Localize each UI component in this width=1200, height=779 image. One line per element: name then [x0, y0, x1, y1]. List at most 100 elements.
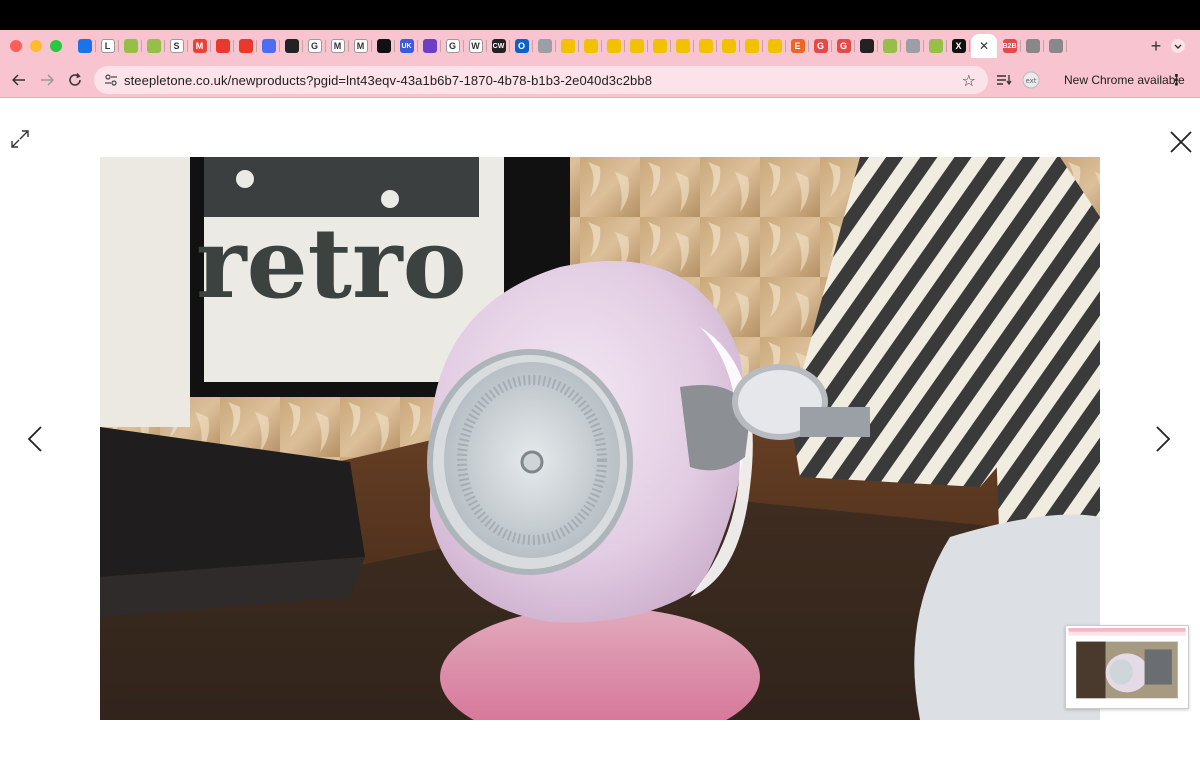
tab-search-button[interactable] — [1166, 36, 1190, 56]
bird-icon — [261, 39, 276, 53]
browser-tab-24[interactable] — [626, 34, 648, 58]
browser-tab-28[interactable] — [718, 34, 740, 58]
browser-tab-17[interactable]: W — [465, 34, 487, 58]
browser-tab-15[interactable] — [419, 34, 441, 58]
browser-tab-23[interactable] — [603, 34, 625, 58]
browser-tab-27[interactable] — [695, 34, 717, 58]
menu-dots-icon[interactable]: ⋮ — [1169, 71, 1184, 89]
browser-tab-6[interactable] — [212, 34, 234, 58]
browser-tab-33[interactable]: G — [833, 34, 855, 58]
close-window-button[interactable] — [10, 40, 22, 52]
extension-icon[interactable]: ext — [1022, 71, 1040, 89]
browser-tab-12[interactable]: M — [350, 34, 372, 58]
browser-tab-32[interactable]: G — [810, 34, 832, 58]
active-tab[interactable]: ✕ — [971, 34, 997, 58]
browser-tab-26[interactable] — [672, 34, 694, 58]
browser-tab-29[interactable] — [741, 34, 763, 58]
m-icon: M — [330, 39, 345, 53]
m-icon: M — [353, 39, 368, 53]
address-bar[interactable]: steepletone.co.uk/newproducts?pgid=lnt43… — [94, 66, 988, 94]
browser-tab-2[interactable] — [120, 34, 142, 58]
shopify-bag-icon — [284, 39, 299, 53]
tab-close-icon[interactable]: ✕ — [979, 39, 989, 53]
star-logo-icon — [629, 39, 644, 53]
product-photo: retro — [100, 157, 1100, 720]
apple-icon — [1048, 39, 1063, 53]
browser-tab-18[interactable]: CW — [488, 34, 510, 58]
star-logo-icon — [698, 39, 713, 53]
google-icon: G — [307, 39, 322, 53]
browser-tab-19[interactable]: O — [511, 34, 533, 58]
browser-tab-8[interactable] — [258, 34, 280, 58]
browser-tab-7[interactable] — [235, 34, 257, 58]
browser-tab-36[interactable] — [902, 34, 924, 58]
star-logo-icon — [606, 39, 621, 53]
next-image-arrow-icon[interactable] — [1154, 425, 1172, 453]
star-logo-icon — [721, 39, 736, 53]
wp-icon — [238, 39, 253, 53]
previous-image-arrow-icon[interactable] — [26, 425, 44, 453]
shopify-icon — [882, 39, 897, 53]
screen-top-bar — [0, 0, 1200, 30]
browser-tab-13[interactable] — [373, 34, 395, 58]
maximize-window-button[interactable] — [50, 40, 62, 52]
browser-tab-20[interactable] — [534, 34, 556, 58]
g-red-icon: G — [836, 39, 851, 53]
url-text[interactable]: steepletone.co.uk/newproducts?pgid=lnt43… — [124, 73, 652, 88]
browser-tab-extra-1[interactable] — [1022, 34, 1044, 58]
google-icon: G — [445, 39, 460, 53]
browser-tab-31[interactable]: E — [787, 34, 809, 58]
site-info-button[interactable] — [98, 74, 124, 86]
browser-tab-extra-0[interactable]: B2B — [999, 34, 1021, 58]
browser-tab-11[interactable]: M — [327, 34, 349, 58]
x-logo-icon: X — [951, 39, 966, 53]
back-button[interactable] — [4, 65, 34, 95]
star-logo-icon — [560, 39, 575, 53]
browser-tab-38[interactable]: X — [948, 34, 970, 58]
bookmark-star-icon[interactable]: ☆ — [962, 71, 976, 91]
etsy-icon: E — [790, 39, 805, 53]
browser-toolbar: steepletone.co.uk/newproducts?pgid=lnt43… — [0, 62, 1200, 98]
extension-icon — [905, 39, 920, 53]
browser-tab-5[interactable]: M — [189, 34, 211, 58]
minimize-window-button[interactable] — [30, 40, 42, 52]
browser-tab-10[interactable]: G — [304, 34, 326, 58]
tab-list: L S M G M M UK G W CW O E G G X ✕ B2B — [74, 34, 1140, 58]
b2b-icon: B2B — [1002, 39, 1017, 53]
browser-tab-4[interactable]: S — [166, 34, 188, 58]
outlook-icon: O — [514, 39, 529, 53]
close-icon[interactable] — [1168, 129, 1194, 155]
reading-list-icon[interactable] — [996, 73, 1012, 87]
browser-tab-30[interactable] — [764, 34, 786, 58]
browser-tab-35[interactable] — [879, 34, 901, 58]
browser-tab-21[interactable] — [557, 34, 579, 58]
browser-tab-1[interactable]: L — [97, 34, 119, 58]
tiktok-icon — [376, 39, 391, 53]
browser-tab-3[interactable] — [143, 34, 165, 58]
thumbnail-preview[interactable] — [1065, 625, 1189, 709]
browser-tab-25[interactable] — [649, 34, 671, 58]
new-tab-button[interactable]: + — [1146, 36, 1166, 56]
gmail-icon: M — [192, 39, 207, 53]
chrome-update-button[interactable]: New Chrome available ⋮ — [1052, 67, 1196, 93]
star-logo-icon — [744, 39, 759, 53]
browser-tab-16[interactable]: G — [442, 34, 464, 58]
browser-tab-37[interactable] — [925, 34, 947, 58]
toolbar-extensions: ext — [996, 62, 1040, 98]
browser-tab-22[interactable] — [580, 34, 602, 58]
star-logo-icon — [767, 39, 782, 53]
browser-tab-9[interactable] — [281, 34, 303, 58]
browser-tab-0[interactable] — [74, 34, 96, 58]
l-icon: L — [100, 39, 115, 53]
reload-button[interactable] — [60, 65, 90, 95]
browser-tab-extra-2[interactable] — [1045, 34, 1067, 58]
poster-text: retro — [196, 207, 467, 320]
update-label: New Chrome available — [1064, 73, 1185, 87]
arrow-left-icon — [12, 74, 25, 86]
expand-icon[interactable] — [8, 127, 32, 151]
g-red-icon: G — [813, 39, 828, 53]
browser-tab-34[interactable] — [856, 34, 878, 58]
browser-tab-14[interactable]: UK — [396, 34, 418, 58]
forward-button[interactable] — [32, 65, 62, 95]
shopify-icon — [928, 39, 943, 53]
